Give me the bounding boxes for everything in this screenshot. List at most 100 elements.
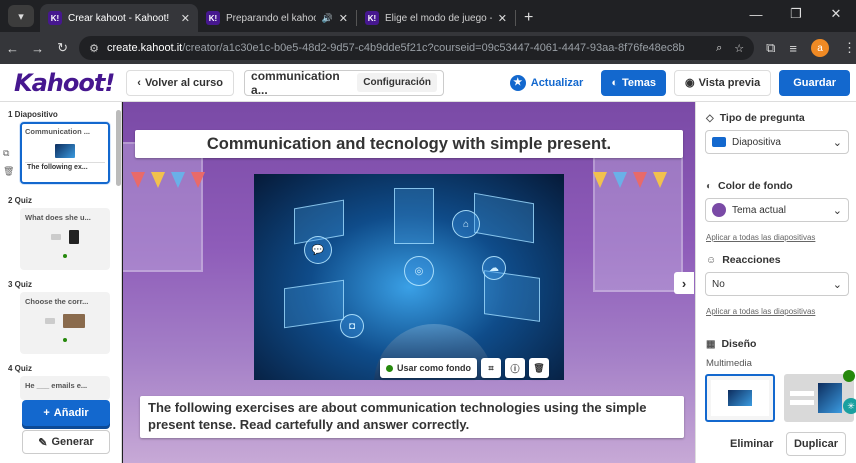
generate-button[interactable]: ✎ Generar — [22, 430, 110, 454]
globe-icon: ◎ — [404, 256, 434, 286]
use-as-background-button[interactable]: Usar como fondo — [380, 358, 478, 378]
slide-canvas: Communication and tecnology with simple … — [123, 102, 695, 463]
settings-button[interactable]: Configuración — [357, 73, 438, 92]
assistant-icon[interactable]: ✳ — [843, 398, 856, 414]
hologram-panel — [474, 192, 534, 244]
slide-thumb-preview — [25, 230, 105, 244]
hologram-panel — [284, 279, 344, 329]
bunting-flag — [171, 172, 185, 188]
reactions-value: No — [712, 278, 725, 290]
slide-item-2[interactable]: 2 Quiz What does she u... — [6, 196, 110, 270]
reading-list-icon[interactable]: ≡ — [789, 41, 797, 56]
back-arrow-icon[interactable]: ← — [0, 41, 25, 56]
answer-dot — [63, 338, 67, 342]
question-type-select[interactable]: Diapositiva ⌄ — [705, 130, 849, 154]
layout-option-selected[interactable] — [705, 374, 775, 422]
browser-menu-icon[interactable]: ⋮ — [843, 40, 856, 56]
slide-item-1[interactable]: 1 Diapositivo Communication ... The foll… — [6, 110, 110, 184]
back-to-course-button[interactable]: ‹ Volver al curso — [126, 69, 235, 96]
kahoot-title-field[interactable]: communication a... Configuración — [244, 69, 445, 97]
kahoot-logo[interactable]: Kahoot! — [14, 69, 115, 97]
apply-to-all-link[interactable]: Aplicar a todas las diapositivas — [706, 307, 815, 316]
image-info-button[interactable]: ⓘ — [505, 358, 526, 378]
preview-button[interactable]: ◉ Vista previa — [674, 69, 772, 96]
slide-thumbnail[interactable]: What does she u... — [20, 208, 110, 270]
profile-avatar[interactable]: a — [811, 39, 830, 57]
close-tab-icon[interactable]: ✕ — [181, 12, 190, 25]
kahoot-favicon-icon: K! — [365, 11, 379, 25]
slide-thumbnail[interactable]: Choose the corr... — [20, 292, 110, 354]
duplicate-slide-icon[interactable]: ⧉ — [3, 148, 9, 159]
close-window-icon[interactable]: ✕ — [816, 0, 856, 28]
url-input[interactable]: ⚙ create.kahoot.it/creator/a1c30e1c-b0e5… — [79, 36, 755, 60]
browser-tab-3[interactable]: K! Elige el modo de juego - Kahoo ✕ — [357, 4, 515, 32]
minimize-icon[interactable]: — — [736, 0, 776, 28]
background-window — [593, 142, 683, 292]
creator-header: Kahoot! ‹ Volver al curso communication … — [0, 64, 856, 102]
site-info-icon[interactable]: ⚙ — [89, 42, 99, 55]
save-button[interactable]: Guardar — [779, 69, 850, 96]
chevron-right-icon: › — [681, 275, 687, 291]
background-color-value: Tema actual — [732, 204, 786, 216]
delete-button[interactable]: Eliminar — [730, 438, 773, 450]
browser-tab-1[interactable]: K! Crear kahoot - Kahoot! ✕ — [40, 4, 198, 32]
camera-icon: ◘ — [340, 314, 364, 338]
maximize-icon[interactable]: ❐ — [776, 0, 816, 28]
background-color-heading: ◐ Color de fondo — [706, 180, 793, 192]
background-color-select[interactable]: Tema actual ⌄ — [705, 198, 849, 222]
tab-search-button[interactable]: ▾ — [8, 5, 34, 27]
slides-panel: 1 Diapositivo Communication ... The foll… — [0, 102, 122, 463]
address-bar-row: ← → ↻ ⚙ create.kahoot.it/creator/a1c30e1… — [0, 32, 856, 64]
slide-item-3[interactable]: 3 Quiz Choose the corr... — [6, 280, 110, 354]
background-dot-icon — [386, 364, 393, 372]
slide-thumbnail[interactable]: He ___ emails e... — [20, 376, 110, 400]
bunting-flag — [633, 172, 647, 188]
plus-icon: + — [43, 407, 50, 419]
chevron-down-icon: ⌄ — [832, 204, 842, 217]
slide-title[interactable]: Communication and tecnology with simple … — [135, 130, 683, 158]
update-button[interactable]: ★ Actualizar — [509, 74, 584, 91]
duplicate-button[interactable]: Duplicar — [786, 432, 846, 456]
delete-image-button[interactable]: 🗑 — [529, 358, 550, 378]
expand-panel-button[interactable]: › — [674, 272, 694, 294]
slide-item-4[interactable]: 4 Quiz He ___ emails e... — [6, 364, 110, 400]
themes-button[interactable]: ◐ Temas — [601, 69, 667, 96]
crop-image-button[interactable]: ⌗ — [481, 358, 502, 378]
layout-option[interactable] — [784, 374, 854, 422]
extensions-icon[interactable]: ⧉ — [766, 40, 775, 56]
close-tab-icon[interactable]: ✕ — [339, 12, 348, 25]
color-swatch — [712, 203, 726, 217]
close-tab-icon[interactable]: ✕ — [498, 12, 507, 25]
layout-thumb-image — [728, 390, 752, 406]
reactions-select[interactable]: No ⌄ — [705, 272, 849, 296]
update-label: Actualizar — [530, 76, 584, 89]
slide-label: 2 Quiz — [8, 196, 33, 205]
forward-arrow-icon[interactable]: → — [25, 41, 50, 56]
question-type-heading: ◇ Tipo de pregunta — [706, 112, 805, 124]
slide-body-text[interactable]: The following exercises are about commun… — [140, 396, 684, 438]
slide-thumb-title: He ___ emails e... — [25, 381, 88, 390]
magic-wand-icon: ✎ — [38, 436, 48, 449]
cloud-icon: ☁ — [482, 256, 506, 280]
bookmark-star-icon[interactable]: ☆ — [734, 42, 744, 55]
tab-separator — [515, 10, 516, 26]
add-slide-button[interactable]: + Añadir — [22, 400, 110, 426]
back-to-course-label: Volver al curso — [144, 76, 224, 89]
url-host: create.kahoot.it — [107, 42, 183, 54]
slide-media-image[interactable]: 💬 ⌂ ◎ ◘ ☁ — [254, 174, 564, 380]
zoom-icon[interactable]: ⌕ — [716, 42, 722, 55]
slide-thumb-title: What does she u... — [25, 213, 91, 222]
slides-scrollbar[interactable] — [116, 110, 121, 186]
new-tab-icon[interactable]: + — [524, 9, 533, 27]
slide-thumb-preview — [25, 314, 105, 328]
browser-tab-2[interactable]: K! Preparando el kahoot - Kah 🔊 ✕ — [198, 4, 356, 32]
bunting-flag — [131, 172, 145, 188]
tab-title: Preparando el kahoot - Kah — [226, 12, 316, 24]
apply-to-all-link[interactable]: Aplicar a todas las diapositivas — [706, 233, 815, 242]
use-as-background-label: Usar como fondo — [397, 363, 472, 373]
slide-thumbnail[interactable]: Communication ... The following ex... — [20, 122, 110, 184]
reload-icon[interactable]: ↻ — [50, 40, 75, 56]
audio-playing-icon[interactable]: 🔊 — [322, 13, 333, 24]
layout-icon: ▦ — [706, 338, 716, 350]
delete-slide-icon[interactable]: 🗑 — [3, 166, 14, 177]
